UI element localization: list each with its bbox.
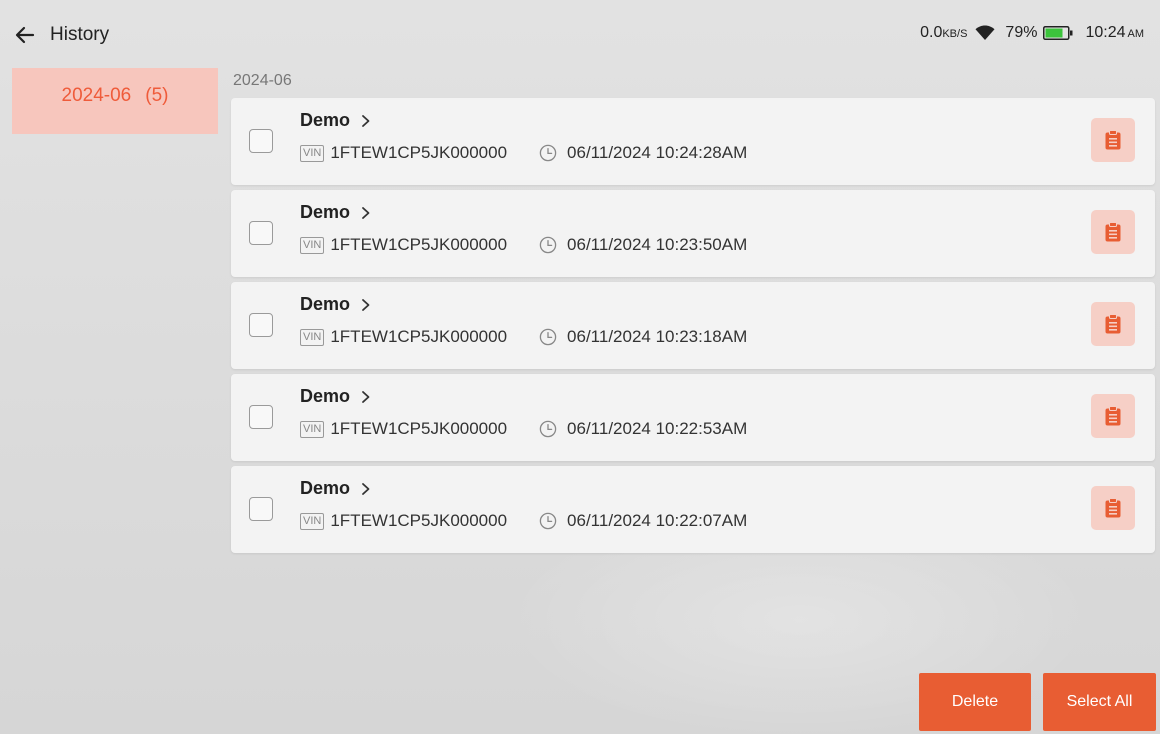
- record-vin: 1FTEW1CP5JK000000: [330, 235, 508, 254]
- tab-label: 2024-06: [61, 85, 132, 106]
- vin-badge: VIN: [300, 144, 325, 162]
- back-button[interactable]: History: [14, 20, 109, 50]
- history-record[interactable]: Demo VIN 1FTEW1CP5JK000000 06/11/2024 10…: [231, 466, 1155, 553]
- record-name-link[interactable]: Demo: [300, 110, 372, 131]
- chevron-right-icon: [362, 390, 370, 403]
- delete-button[interactable]: Delete: [919, 673, 1031, 731]
- record-name-link[interactable]: Demo: [300, 386, 372, 407]
- history-list: 2024-06 Demo VIN 1FTEW1CP5JK000000 06/11…: [231, 68, 1155, 558]
- record-meta: VIN 1FTEW1CP5JK000000 06/11/2024 10:23:1…: [300, 327, 747, 347]
- vin-badge: VIN: [300, 236, 325, 254]
- record-datetime: 06/11/2024 10:23:18AM: [567, 327, 748, 346]
- record-checkbox[interactable]: [249, 221, 273, 245]
- record-name: Demo: [300, 386, 351, 406]
- history-record[interactable]: Demo VIN 1FTEW1CP5JK000000 06/11/2024 10…: [231, 374, 1155, 461]
- chevron-right-icon: [362, 206, 370, 219]
- record-name: Demo: [300, 478, 351, 498]
- record-meta: VIN 1FTEW1CP5JK000000 06/11/2024 10:23:5…: [300, 235, 747, 255]
- clipboard-icon: [1105, 130, 1121, 150]
- record-meta: VIN 1FTEW1CP5JK000000 06/11/2024 10:22:5…: [300, 419, 747, 439]
- bottom-actions: Delete Select All: [919, 673, 1156, 731]
- arrow-left-icon: [15, 26, 35, 44]
- record-datetime: 06/11/2024 10:24:28AM: [567, 143, 748, 162]
- report-button[interactable]: [1091, 394, 1135, 438]
- history-record[interactable]: Demo VIN 1FTEW1CP5JK000000 06/11/2024 10…: [231, 282, 1155, 369]
- clock-icon: [539, 236, 557, 254]
- history-record[interactable]: Demo VIN 1FTEW1CP5JK000000 06/11/2024 10…: [231, 98, 1155, 185]
- clock-icon: [539, 328, 557, 346]
- record-name-link[interactable]: Demo: [300, 202, 372, 223]
- record-checkbox[interactable]: [249, 129, 273, 153]
- network-speed: 0.0KB/S: [920, 24, 968, 41]
- record-meta: VIN 1FTEW1CP5JK000000 06/11/2024 10:24:2…: [300, 143, 747, 163]
- records-container: Demo VIN 1FTEW1CP5JK000000 06/11/2024 10…: [231, 98, 1155, 553]
- record-name-link[interactable]: Demo: [300, 478, 372, 499]
- clipboard-icon: [1105, 406, 1121, 426]
- record-checkbox[interactable]: [249, 313, 273, 337]
- record-meta: VIN 1FTEW1CP5JK000000 06/11/2024 10:22:0…: [300, 511, 747, 531]
- clock-icon: [539, 144, 557, 162]
- select-all-button[interactable]: Select All: [1043, 673, 1156, 731]
- report-button[interactable]: [1091, 118, 1135, 162]
- vin-badge: VIN: [300, 420, 325, 438]
- vin-badge: VIN: [300, 512, 325, 530]
- top-bar: History 0.0KB/S 79% 10:24 AM: [0, 0, 1160, 68]
- battery-icon: [1043, 26, 1073, 40]
- clipboard-icon: [1105, 498, 1121, 518]
- clock-icon: [539, 420, 557, 438]
- wifi-icon: [975, 25, 995, 40]
- battery-percent: 79%: [1005, 24, 1038, 41]
- sidebar-tab-2024-06[interactable]: 2024-06 (5): [12, 68, 218, 134]
- record-datetime: 06/11/2024 10:22:07AM: [567, 511, 748, 530]
- record-name: Demo: [300, 294, 351, 314]
- record-checkbox[interactable]: [249, 497, 273, 521]
- record-datetime: 06/11/2024 10:23:50AM: [567, 235, 748, 254]
- record-vin: 1FTEW1CP5JK000000: [330, 419, 508, 438]
- tab-count: (5): [145, 85, 169, 106]
- report-button[interactable]: [1091, 486, 1135, 530]
- chevron-right-icon: [362, 298, 370, 311]
- sidebar: 2024-06 (5): [12, 68, 218, 134]
- status-time: 10:24 AM: [1085, 24, 1144, 41]
- record-name: Demo: [300, 110, 351, 130]
- record-name-link[interactable]: Demo: [300, 294, 372, 315]
- record-checkbox[interactable]: [249, 405, 273, 429]
- clipboard-icon: [1105, 222, 1121, 242]
- chevron-right-icon: [362, 114, 370, 127]
- page-title: History: [50, 24, 110, 45]
- record-vin: 1FTEW1CP5JK000000: [330, 327, 508, 346]
- report-button[interactable]: [1091, 210, 1135, 254]
- history-record[interactable]: Demo VIN 1FTEW1CP5JK000000 06/11/2024 10…: [231, 190, 1155, 277]
- record-vin: 1FTEW1CP5JK000000: [330, 143, 508, 162]
- clock-icon: [539, 512, 557, 530]
- record-datetime: 06/11/2024 10:22:53AM: [567, 419, 748, 438]
- status-bar: 0.0KB/S 79% 10:24 AM: [920, 24, 1144, 42]
- report-button[interactable]: [1091, 302, 1135, 346]
- group-label: 2024-06: [233, 72, 292, 89]
- clipboard-icon: [1105, 314, 1121, 334]
- record-name: Demo: [300, 202, 351, 222]
- chevron-right-icon: [362, 482, 370, 495]
- record-vin: 1FTEW1CP5JK000000: [330, 511, 508, 530]
- vin-badge: VIN: [300, 328, 325, 346]
